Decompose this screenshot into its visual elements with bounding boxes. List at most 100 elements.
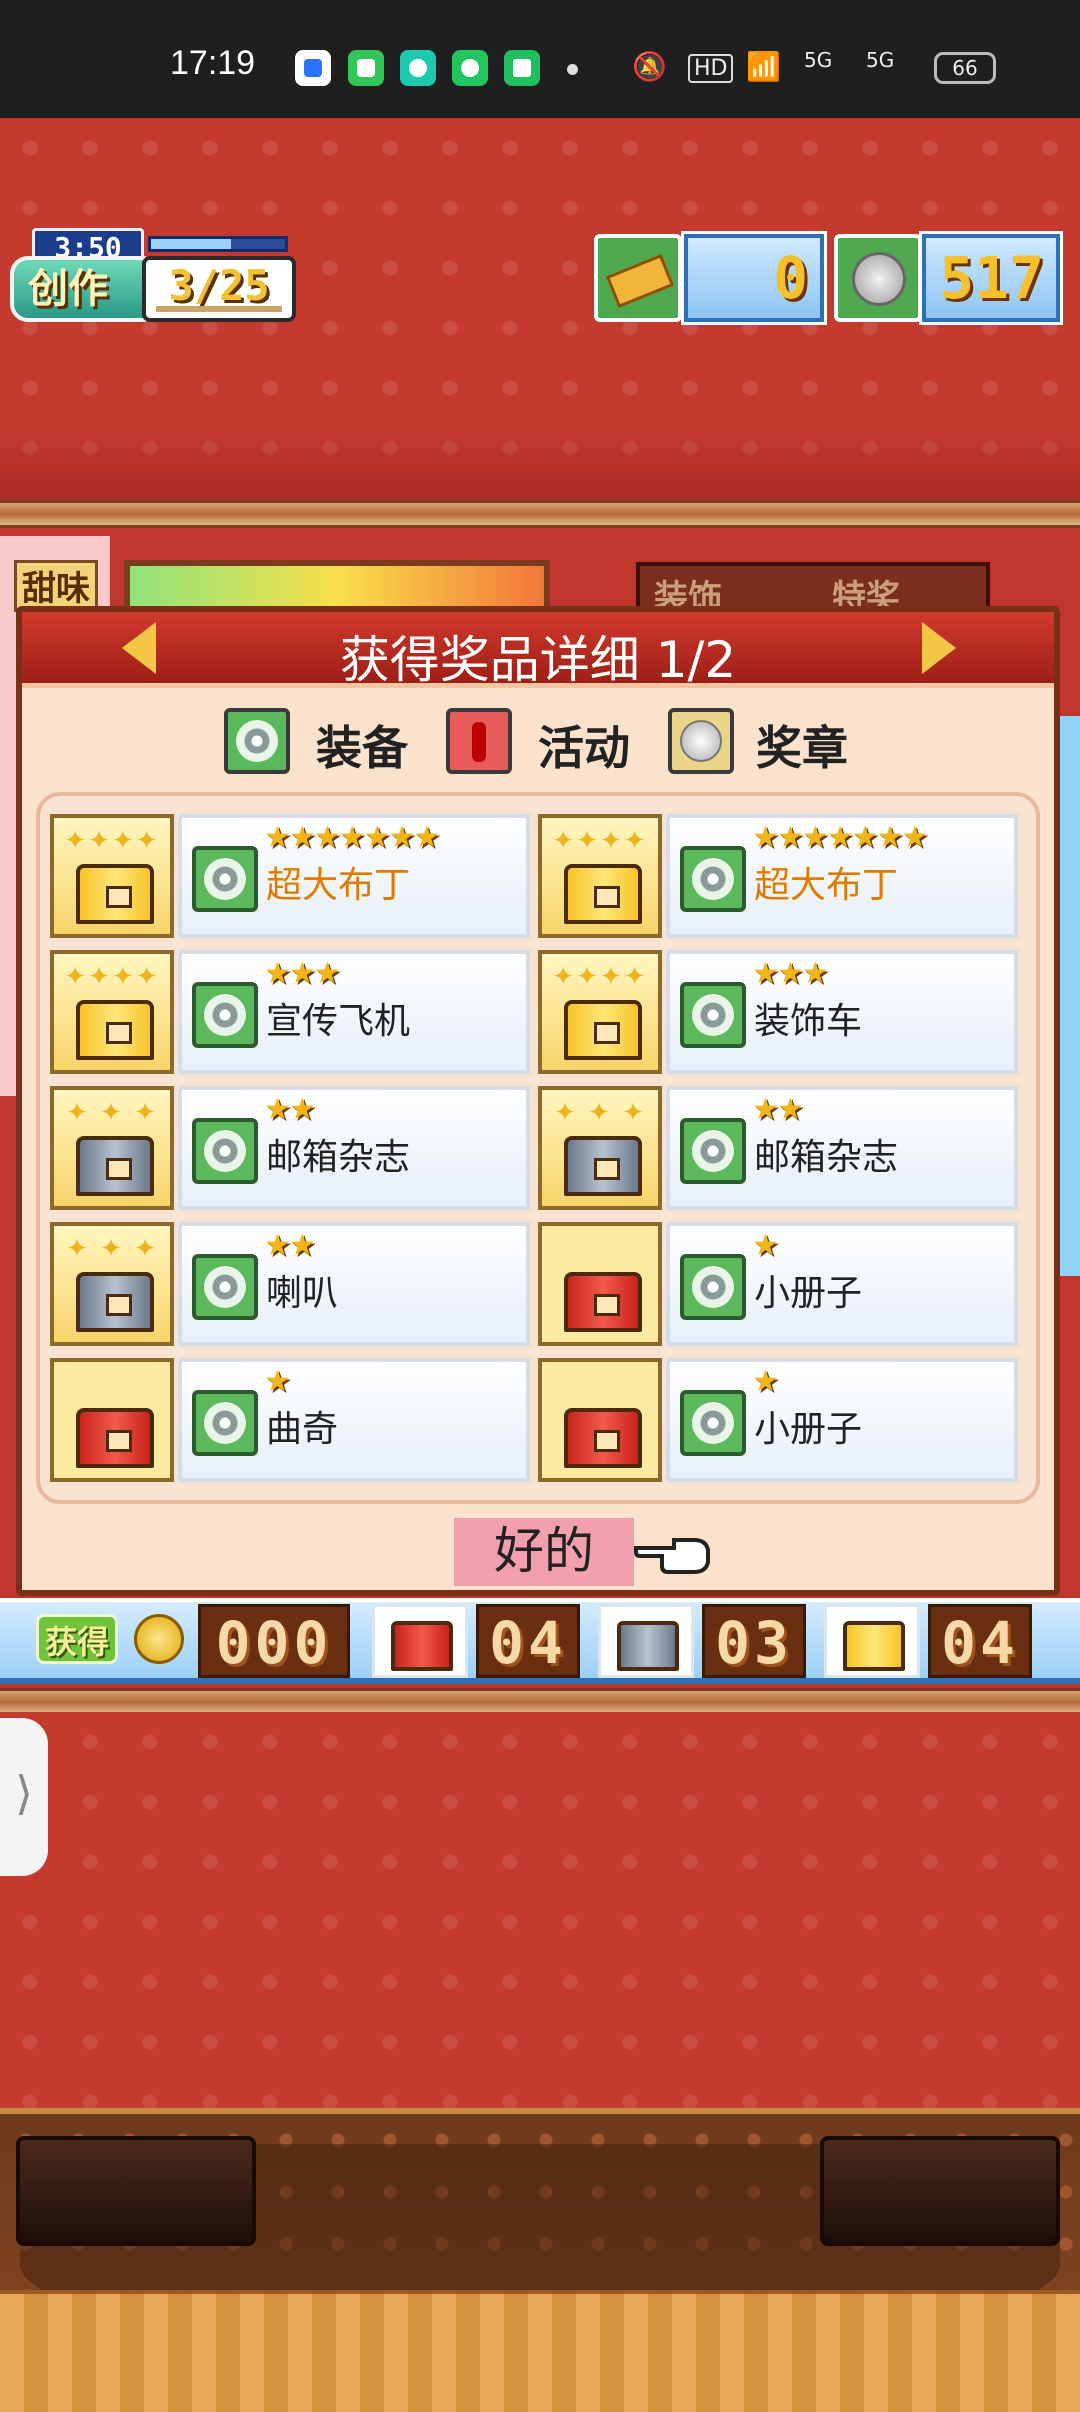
ticket-count: 0 xyxy=(681,231,827,325)
rarity-stars: ★★ xyxy=(752,1092,804,1127)
signal-5g-label-1: 5G xyxy=(804,48,833,72)
prize-item[interactable]: ✦✦✦✦ ★★★★★★★ 超大布丁 xyxy=(538,814,1018,938)
prize-name: 宣传飞机 xyxy=(266,1001,411,1042)
prize-info: ★★ 邮箱杂志 xyxy=(178,1086,530,1210)
prize-info: ★ 小册子 xyxy=(666,1358,1018,1482)
prize-list: ✦✦✦✦ ★★★★★★★ 超大布丁 ✦✦✦✦ ★★★★★★★ 超大布丁 ✦✦✦✦ ★★★ 宣传飞… xyxy=(36,792,1040,1504)
gold-chest-icon xyxy=(824,1604,920,1678)
sparkle-icon: ✦ ✦ ✦ xyxy=(554,1098,646,1128)
silver-chest-icon: ✦ ✦ ✦ xyxy=(50,1086,174,1210)
sparkle-icon: ✦✦✦✦ xyxy=(64,826,160,856)
rarity-stars: ★★★ xyxy=(264,956,341,991)
equipment-icon xyxy=(192,1254,258,1320)
red-chest-icon xyxy=(538,1358,662,1482)
equipment-icon xyxy=(680,1390,746,1456)
sparkle-icon: ✦✦✦✦ xyxy=(64,962,160,992)
divider-stripe xyxy=(0,500,1080,528)
prize-name: 小册子 xyxy=(754,1409,863,1450)
gold-chest-icon: ✦✦✦✦ xyxy=(538,814,662,938)
prize-item[interactable]: ★ 曲奇 xyxy=(50,1358,530,1482)
silver-chest-counter: 03 xyxy=(702,1604,806,1678)
equipment-icon xyxy=(192,846,258,912)
rarity-stars: ★★ xyxy=(264,1092,316,1127)
prize-item[interactable]: ✦ ✦ ✦ ★★ 邮箱杂志 xyxy=(538,1086,1018,1210)
legend-event-label: 活动 xyxy=(538,721,630,775)
coin-total-counter: 000 xyxy=(198,1604,350,1678)
status-time: 17:19 xyxy=(170,44,256,82)
phone-notification-icon xyxy=(504,50,540,86)
prize-item[interactable]: ✦ ✦ ✦ ★★ 邮箱杂志 xyxy=(50,1086,530,1210)
sweet-label: 甜味 xyxy=(14,560,98,612)
gold-chest-icon: ✦✦✦✦ xyxy=(538,950,662,1074)
rarity-stars: ★★ xyxy=(264,1228,316,1263)
dialog-header: 获得奖品详细 1/2 xyxy=(22,612,1054,689)
side-drawer-handle[interactable]: ⟩ xyxy=(0,1718,48,1876)
create-label: 创作 xyxy=(10,256,160,322)
gold-chest-icon: ✦✦✦✦ xyxy=(50,814,174,938)
ok-button[interactable]: 好的 xyxy=(454,1518,634,1586)
prize-info: ★★ 邮箱杂志 xyxy=(666,1086,1018,1210)
equipment-icon xyxy=(680,1254,746,1320)
sparkle-icon: ✦✦✦✦ xyxy=(552,826,648,856)
prize-info: ★★ 喇叭 xyxy=(178,1222,530,1346)
background-tabs: 装饰 特奖 xyxy=(636,562,990,618)
timer-progress-bar xyxy=(148,236,288,252)
background-panel-right xyxy=(1060,716,1080,1276)
prize-name: 邮箱杂志 xyxy=(266,1137,411,1178)
mute-icon: 🔕 xyxy=(632,50,667,83)
counter-slot-right xyxy=(820,2136,1060,2246)
sparkle-icon: ✦ ✦ ✦ xyxy=(66,1234,158,1264)
equipment-icon xyxy=(680,1118,746,1184)
prize-info: ★★★★★★★ 超大布丁 xyxy=(666,814,1018,938)
create-widget[interactable]: 3:50 创作 3/25 xyxy=(10,228,296,324)
prize-name: 喇叭 xyxy=(266,1273,339,1314)
prize-detail-dialog: 获得奖品详细 1/2 装备 活动 奖章 ✦✦✦✦ ★★★★★★★ 超大布丁 ✦✦✦✦ ★… xyxy=(16,606,1060,1596)
equipment-icon xyxy=(192,1390,258,1456)
prize-item[interactable]: ★ 小册子 xyxy=(538,1222,1018,1346)
equipment-icon xyxy=(680,982,746,1048)
prize-name: 超大布丁 xyxy=(266,865,411,906)
rarity-stars: ★★★★★★★ xyxy=(264,820,440,855)
gold-chest-icon: ✦✦✦✦ xyxy=(50,950,174,1074)
gold-chest-counter: 04 xyxy=(928,1604,1032,1678)
chat-notification-icon xyxy=(400,50,436,86)
upload-notification-icon xyxy=(452,50,488,86)
obtained-label: 获得 xyxy=(36,1614,118,1664)
flavor-gauge xyxy=(124,560,550,612)
next-page-arrow-icon[interactable] xyxy=(922,622,956,674)
prize-info: ★★★ 宣传飞机 xyxy=(178,950,530,1074)
red-chest-counter: 04 xyxy=(476,1604,580,1678)
rarity-stars: ★★★ xyxy=(752,956,829,991)
prize-info: ★ 小册子 xyxy=(666,1222,1018,1346)
prize-item[interactable]: ✦ ✦ ✦ ★★ 喇叭 xyxy=(50,1222,530,1346)
sparkle-icon: ✦ ✦ ✦ xyxy=(66,1098,158,1128)
rarity-stars: ★★★★★★★ xyxy=(752,820,928,855)
prize-item[interactable]: ✦✦✦✦ ★★★ 宣传飞机 xyxy=(50,950,530,1074)
legend-equip-label: 装备 xyxy=(316,721,408,775)
rarity-stars: ★ xyxy=(264,1364,291,1399)
lower-background xyxy=(0,1712,1080,2112)
rarity-stars: ★ xyxy=(752,1364,779,1399)
prize-item[interactable]: ✦✦✦✦ ★★★ 装饰车 xyxy=(538,950,1018,1074)
silver-chest-icon: ✦ ✦ ✦ xyxy=(538,1086,662,1210)
rarity-stars: ★ xyxy=(752,1228,779,1263)
coin-icon xyxy=(834,234,922,322)
pointing-hand-icon xyxy=(634,1538,710,1574)
sparkle-icon: ✦✦✦✦ xyxy=(552,962,648,992)
prize-item[interactable]: ★ 小册子 xyxy=(538,1358,1018,1482)
event-icon xyxy=(446,708,512,774)
item-type-legend: 装备 活动 奖章 xyxy=(22,702,1054,782)
app-notification-icon xyxy=(295,50,331,86)
prize-item[interactable]: ✦✦✦✦ ★★★★★★★ 超大布丁 xyxy=(50,814,530,938)
prize-info: ★★★ 装饰车 xyxy=(666,950,1018,1074)
equipment-icon xyxy=(224,708,290,774)
coin-count: 517 xyxy=(919,231,1063,325)
wifi-icon: 📶 xyxy=(746,50,781,83)
prize-name: 超大布丁 xyxy=(754,865,899,906)
legend-prize-label: 奖章 xyxy=(756,721,848,775)
medal-icon xyxy=(668,708,734,774)
message-notification-icon xyxy=(348,50,384,86)
prize-name: 曲奇 xyxy=(266,1409,339,1450)
timer-progress-fill xyxy=(151,239,232,249)
hd-icon: HD xyxy=(688,54,734,83)
